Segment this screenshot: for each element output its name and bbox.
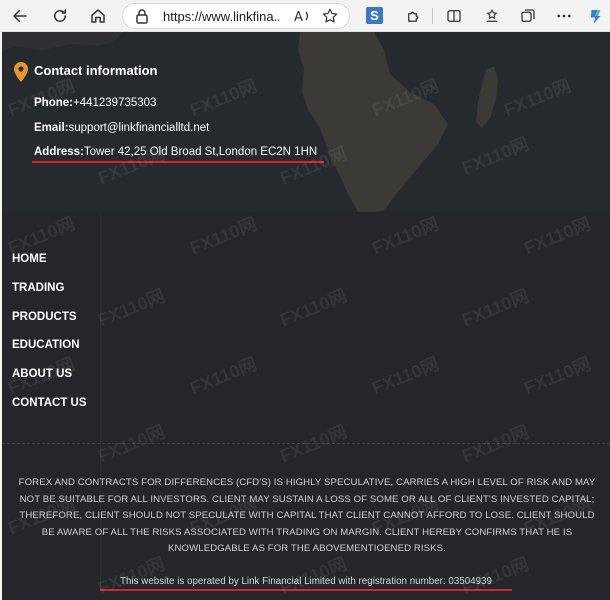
nav-item-home[interactable]: HOME — [12, 251, 87, 280]
contact-title: Contact information — [34, 63, 158, 78]
refresh-icon — [54, 9, 66, 22]
copilot-icon — [590, 10, 601, 24]
nav-item-education[interactable]: EDUCATION — [12, 337, 87, 366]
url-text: https://www.linkfina... — [163, 9, 279, 24]
puzzle-icon — [408, 11, 419, 22]
contact-phone: Phone:+441239735303 — [34, 97, 156, 109]
watermark: FX110网 — [459, 285, 532, 331]
arrow-left-icon — [13, 10, 27, 22]
back-button[interactable] — [8, 4, 32, 28]
favorites-list-icon — [486, 9, 498, 22]
more-dots-icon — [557, 14, 571, 18]
split-screen-icon — [447, 10, 461, 22]
toolbar-divider — [432, 8, 433, 24]
phone-value[interactable]: +441239735303 — [73, 97, 156, 109]
email-label: Email: — [34, 122, 69, 134]
contact-email: Email:support@linkfinancialltd.net — [34, 122, 209, 134]
nav-item-products[interactable]: PRODUCTS — [12, 309, 87, 338]
home-icon — [91, 9, 105, 23]
watermark: FX110网 — [521, 353, 594, 399]
menu-button[interactable] — [552, 4, 576, 28]
lock-icon — [136, 9, 148, 24]
watermark: FX110网 — [95, 285, 168, 331]
address-value: Tower 42,25 Old Broad St,London EC2N 1HN — [83, 146, 318, 158]
watermark: FX110网 — [369, 353, 442, 399]
nav-item-trading[interactable]: TRADING — [12, 280, 87, 309]
read-aloud-icon[interactable]: A — [293, 7, 313, 25]
extension-s-icon[interactable]: S — [366, 7, 383, 24]
favorite-star-icon[interactable] — [321, 7, 339, 25]
home-button[interactable] — [86, 4, 110, 28]
web-page: Contact information Phone:+441239735303 … — [2, 32, 610, 600]
favorites-button[interactable] — [480, 4, 504, 28]
footer-divider — [2, 443, 610, 444]
address-label: Address: — [34, 146, 84, 158]
browser-toolbar: https://www.linkfina... A S — [0, 0, 610, 32]
edge-copilot-button[interactable] — [584, 4, 608, 28]
email-value[interactable]: support@linkfinancialltd.net — [69, 122, 210, 134]
contact-address: Address:Tower 42,25 Old Broad St,London … — [34, 146, 317, 158]
watermark: FX110网 — [187, 213, 260, 259]
footer-nav: HOME TRADING PRODUCTS EDUCATION ABOUT US… — [12, 251, 87, 424]
split-screen-button[interactable] — [442, 4, 466, 28]
extensions-button[interactable] — [402, 4, 426, 28]
location-pin-icon — [14, 62, 28, 82]
svg-text:A: A — [294, 10, 303, 25]
operator-highlight-underline — [100, 589, 512, 591]
watermark: FX110网 — [187, 353, 260, 399]
watermark: FX110网 — [369, 213, 442, 259]
collections-button[interactable] — [516, 4, 540, 28]
watermark: FX110网 — [521, 213, 594, 259]
risk-disclaimer: FOREX AND CONTRACTS FOR DIFFERENCES (CFD… — [18, 477, 596, 554]
phone-label: Phone: — [34, 97, 73, 109]
nav-item-contact-us[interactable]: CONTACT US — [12, 395, 87, 424]
watermark: FX110网 — [277, 285, 350, 331]
collections-icon — [521, 9, 535, 22]
address-bar[interactable]: https://www.linkfina... A — [122, 3, 350, 29]
operator-notice: This website is operated by Link Financi… — [120, 576, 492, 587]
refresh-button[interactable] — [48, 4, 72, 28]
nav-item-about-us[interactable]: ABOUT US — [12, 366, 87, 395]
address-highlight-underline — [32, 161, 324, 163]
